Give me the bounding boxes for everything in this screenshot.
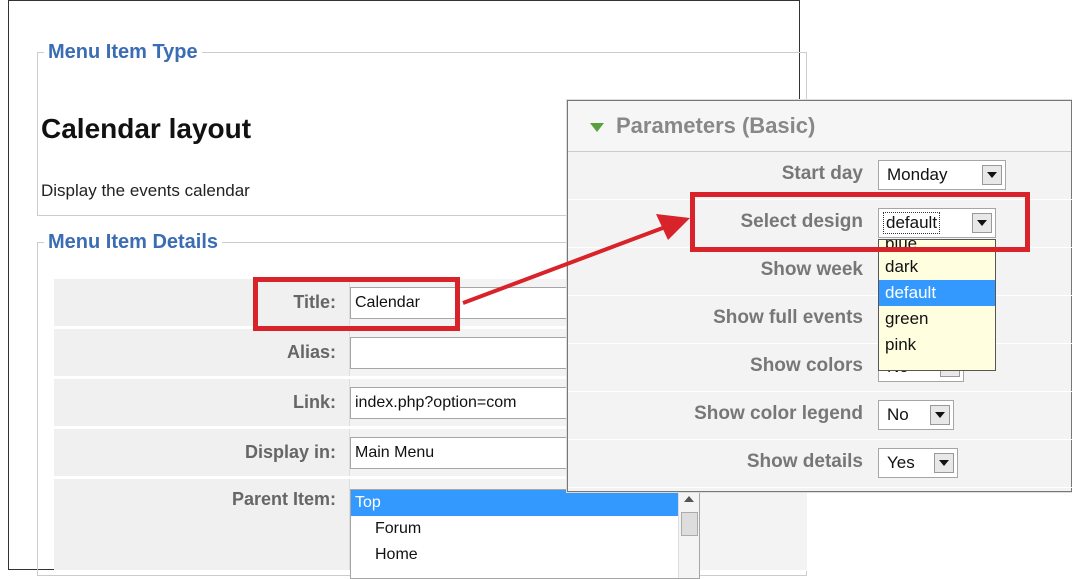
arrow-line [462,224,669,305]
annotation-arrow [462,214,690,305]
